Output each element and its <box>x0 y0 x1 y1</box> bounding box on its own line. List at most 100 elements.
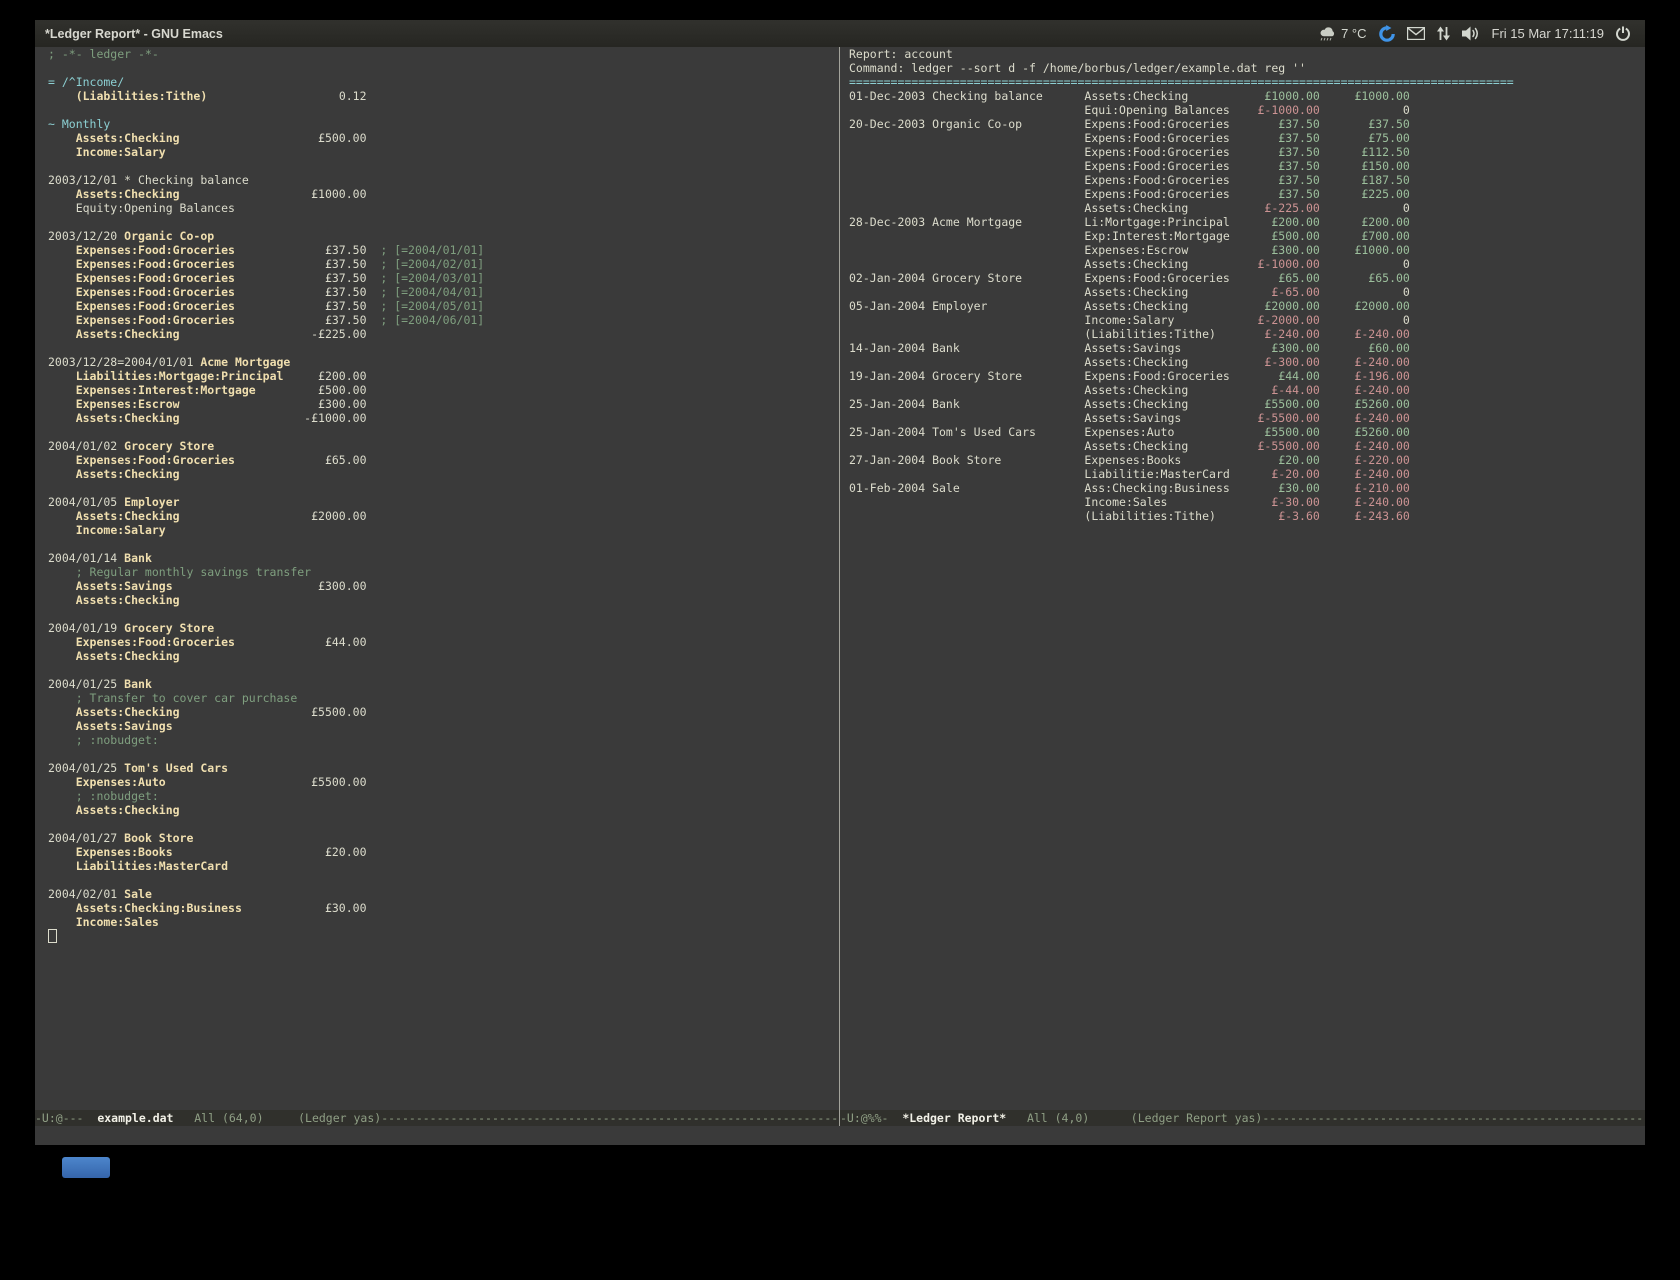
buffer-line[interactable]: Assets:Savings <box>48 719 839 733</box>
report-row[interactable]: Assets:Checking £-300.00 £-240.00 <box>849 355 1645 369</box>
report-row[interactable]: 14-Jan-2004 Bank Assets:Savings £300.00 … <box>849 341 1645 355</box>
buffer-line[interactable] <box>48 663 839 677</box>
report-row[interactable]: 05-Jan-2004 Employer Assets:Checking £20… <box>849 299 1645 313</box>
power-icon[interactable] <box>1615 26 1631 42</box>
report-row[interactable]: Expens:Food:Groceries £37.50 £112.50 <box>849 145 1645 159</box>
buffer-line[interactable] <box>48 341 839 355</box>
buffer-line[interactable]: Expenses:Books £20.00 <box>48 845 839 859</box>
right-window[interactable]: Report: account Command: ledger --sort d… <box>840 47 1645 1110</box>
buffer-line[interactable]: Assets:Checking -£1000.00 <box>48 411 839 425</box>
buffer-line[interactable]: Expenses:Food:Groceries £37.50 ; [=2004/… <box>48 313 839 327</box>
buffer-line[interactable]: (Liabilities:Tithe) 0.12 <box>48 89 839 103</box>
report-row[interactable]: (Liabilities:Tithe) £-3.60 £-243.60 <box>849 509 1645 523</box>
buffer-line[interactable] <box>48 817 839 831</box>
report-row[interactable]: Expens:Food:Groceries £37.50 £150.00 <box>849 159 1645 173</box>
weather-indicator[interactable]: 7 °C <box>1318 26 1366 41</box>
buffer-line[interactable]: 2003/12/20 Organic Co-op <box>48 229 839 243</box>
buffer-line[interactable] <box>48 537 839 551</box>
buffer-line[interactable]: Expenses:Food:Groceries £37.50 ; [=2004/… <box>48 257 839 271</box>
buffer-line[interactable]: Income:Salary <box>48 145 839 159</box>
buffer-line[interactable]: ; Regular monthly savings transfer <box>48 565 839 579</box>
buffer-line[interactable]: Expenses:Food:Groceries £37.50 ; [=2004/… <box>48 271 839 285</box>
buffer-line[interactable]: Expenses:Food:Groceries £37.50 ; [=2004/… <box>48 285 839 299</box>
buffer-line[interactable]: Expenses:Interest:Mortgage £500.00 <box>48 383 839 397</box>
report-row[interactable]: 01-Dec-2003 Checking balance Assets:Chec… <box>849 89 1645 103</box>
report-row[interactable]: Assets:Checking £-5500.00 £-240.00 <box>849 439 1645 453</box>
buffer-line[interactable] <box>48 929 839 943</box>
report-row[interactable]: Expens:Food:Groceries £37.50 £75.00 <box>849 131 1645 145</box>
modeline-left[interactable]: -U:@--- example.dat All (64,0) (Ledger y… <box>35 1110 839 1126</box>
report-row[interactable]: Assets:Savings £-5500.00 £-240.00 <box>849 411 1645 425</box>
buffer-line[interactable]: Liabilities:Mortgage:Principal £200.00 <box>48 369 839 383</box>
buffer-line[interactable] <box>48 103 839 117</box>
report-row[interactable]: Liabilitie:MasterCard £-20.00 £-240.00 <box>849 467 1645 481</box>
buffer-line[interactable]: ; :nobudget: <box>48 789 839 803</box>
report-row[interactable]: 28-Dec-2003 Acme Mortgage Li:Mortgage:Pr… <box>849 215 1645 229</box>
buffer-line[interactable]: 2004/02/01 Sale <box>48 887 839 901</box>
report-row[interactable]: Expens:Food:Groceries £37.50 £225.00 <box>849 187 1645 201</box>
report-row[interactable]: Assets:Checking £-225.00 0 <box>849 201 1645 215</box>
buffer-line[interactable]: Assets:Checking £500.00 <box>48 131 839 145</box>
buffer-line[interactable]: 2004/01/02 Grocery Store <box>48 439 839 453</box>
report-row[interactable]: Exp:Interest:Mortgage £500.00 £700.00 <box>849 229 1645 243</box>
buffer-line[interactable]: Assets:Checking <box>48 467 839 481</box>
report-row[interactable]: Expens:Food:Groceries £37.50 £187.50 <box>849 173 1645 187</box>
buffer-line[interactable]: Income:Sales <box>48 915 839 929</box>
volume-icon[interactable] <box>1462 26 1481 41</box>
minibuffer[interactable] <box>35 1126 1645 1145</box>
buffer-line[interactable]: 2004/01/25 Tom's Used Cars <box>48 761 839 775</box>
mail-icon[interactable] <box>1407 27 1425 40</box>
buffer-line[interactable]: Assets:Checking <box>48 803 839 817</box>
report-row[interactable]: (Liabilities:Tithe) £-240.00 £-240.00 <box>849 327 1645 341</box>
buffer-line[interactable]: Expenses:Escrow £300.00 <box>48 397 839 411</box>
report-row[interactable]: Income:Salary £-2000.00 0 <box>849 313 1645 327</box>
buffer-line[interactable] <box>48 215 839 229</box>
report-row[interactable]: Assets:Checking £-44.00 £-240.00 <box>849 383 1645 397</box>
buffer-line[interactable]: Expenses:Food:Groceries £65.00 <box>48 453 839 467</box>
report-row[interactable]: 25-Jan-2004 Bank Assets:Checking £5500.0… <box>849 397 1645 411</box>
buffer-line[interactable]: 2003/12/28=2004/01/01 Acme Mortgage <box>48 355 839 369</box>
buffer-line[interactable]: Liabilities:MasterCard <box>48 859 839 873</box>
buffer-line[interactable]: Income:Salary <box>48 523 839 537</box>
left-window[interactable]: ; -*- ledger -*- = /^Income/ (Liabilitie… <box>35 47 839 1110</box>
buffer-line[interactable]: Expenses:Food:Groceries £37.50 ; [=2004/… <box>48 299 839 313</box>
buffer-line[interactable]: Assets:Checking £5500.00 <box>48 705 839 719</box>
buffer-line[interactable]: Equity:Opening Balances <box>48 201 839 215</box>
report-row[interactable]: 01-Feb-2004 Sale Ass:Checking:Business £… <box>849 481 1645 495</box>
buffer-line[interactable]: 2003/12/01 * Checking balance <box>48 173 839 187</box>
buffer-line[interactable]: ~ Monthly <box>48 117 839 131</box>
report-row[interactable]: 20-Dec-2003 Organic Co-op Expens:Food:Gr… <box>849 117 1645 131</box>
buffer-line[interactable]: 2004/01/19 Grocery Store <box>48 621 839 635</box>
modeline-right[interactable]: -U:@%%- *Ledger Report* All (4,0) (Ledge… <box>840 1110 1645 1126</box>
buffer-line[interactable]: ; :nobudget: <box>48 733 839 747</box>
buffer-line[interactable] <box>48 61 839 75</box>
buffer-line[interactable]: Assets:Checking <box>48 649 839 663</box>
buffer-line[interactable]: Assets:Checking £1000.00 <box>48 187 839 201</box>
report-row[interactable]: Expenses:Escrow £300.00 £1000.00 <box>849 243 1645 257</box>
report-row[interactable]: 27-Jan-2004 Book Store Expenses:Books £2… <box>849 453 1645 467</box>
buffer-line[interactable] <box>48 747 839 761</box>
buffer-line[interactable] <box>48 481 839 495</box>
buffer-line[interactable]: Expenses:Auto £5500.00 <box>48 775 839 789</box>
buffer-line[interactable]: = /^Income/ <box>48 75 839 89</box>
buffer-line[interactable]: 2004/01/05 Employer <box>48 495 839 509</box>
buffer-line[interactable] <box>48 159 839 173</box>
report-row[interactable]: Assets:Checking £-65.00 0 <box>849 285 1645 299</box>
buffer-line[interactable]: Assets:Checking -£225.00 <box>48 327 839 341</box>
buffer-line[interactable]: Expenses:Food:Groceries £37.50 ; [=2004/… <box>48 243 839 257</box>
titlebar[interactable]: *Ledger Report* - GNU Emacs 7 °C <box>35 20 1645 47</box>
update-icon[interactable] <box>1378 25 1396 43</box>
buffer-line[interactable]: ; Transfer to cover car purchase <box>48 691 839 705</box>
network-icon[interactable] <box>1436 26 1451 41</box>
buffer-line[interactable] <box>48 873 839 887</box>
report-row[interactable]: Assets:Checking £-1000.00 0 <box>849 257 1645 271</box>
buffer-line[interactable]: Assets:Checking:Business £30.00 <box>48 901 839 915</box>
buffer-line[interactable]: Assets:Checking £2000.00 <box>48 509 839 523</box>
report-row[interactable]: Income:Sales £-30.00 £-240.00 <box>849 495 1645 509</box>
report-row[interactable]: 02-Jan-2004 Grocery Store Expens:Food:Gr… <box>849 271 1645 285</box>
taskbar-button[interactable] <box>62 1157 110 1178</box>
buffer-line[interactable]: 2004/01/27 Book Store <box>48 831 839 845</box>
buffer-line[interactable]: Assets:Savings £300.00 <box>48 579 839 593</box>
buffer-line[interactable]: 2004/01/14 Bank <box>48 551 839 565</box>
buffer-line[interactable]: ; -*- ledger -*- <box>48 47 839 61</box>
